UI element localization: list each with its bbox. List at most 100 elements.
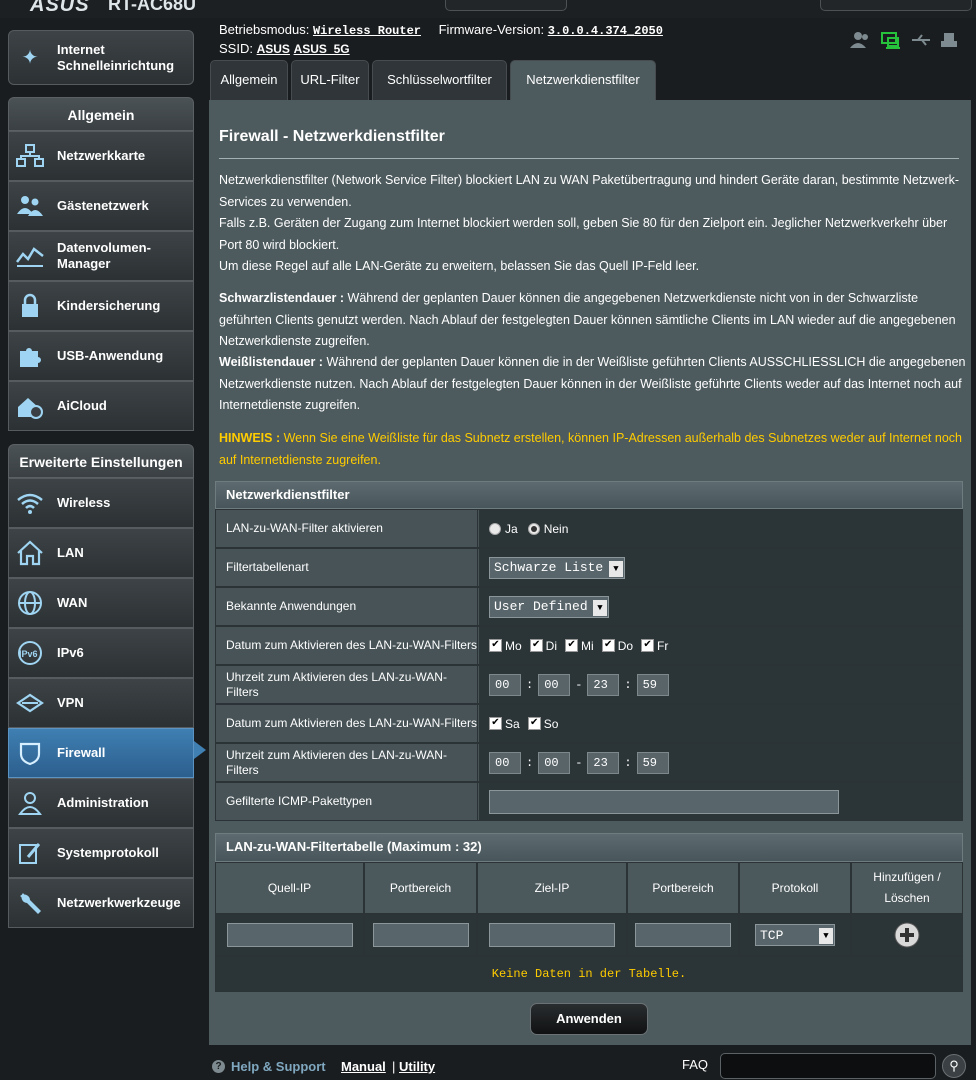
ssid-link-1[interactable]: ASUS [257, 42, 290, 56]
checkbox-do[interactable]: ✔ [601, 639, 615, 652]
sidebar-item-wireless[interactable]: Wireless [8, 478, 194, 528]
ssid-link-2[interactable]: ASUS_5G [294, 42, 350, 56]
chevron-down-icon: ▼ [819, 928, 833, 944]
sidebar-item-wan[interactable]: WAN [8, 578, 194, 628]
time-colon: : [526, 755, 534, 770]
manual-link[interactable]: Manual [341, 1059, 386, 1074]
sidebar-item-network-tools[interactable]: Netzwerkwerkzeuge [8, 878, 194, 928]
dest-ip-input[interactable] [489, 923, 615, 947]
col-protocol: Protokoll [739, 862, 851, 914]
weekday-time-label: Uhrzeit zum Aktivieren des LAN-zu-WAN-Fi… [216, 666, 478, 703]
globe-icon [15, 588, 45, 618]
lock-icon [15, 291, 45, 321]
footer-divider: | [392, 1059, 396, 1074]
enable-yes-radio[interactable] [489, 522, 501, 535]
mode-label: Betriebsmodus: [219, 22, 310, 37]
weekend-start-minute-input[interactable]: 00 [538, 751, 571, 774]
tab-network-service-filter[interactable]: Netzwerkdienstfilter [510, 60, 656, 100]
chevron-down-icon: ▼ [609, 560, 623, 577]
log-edit-icon [15, 838, 45, 868]
icmp-input[interactable] [489, 789, 839, 814]
checkbox-di[interactable]: ✔ [529, 639, 543, 652]
clients-icon[interactable] [850, 32, 868, 48]
sidebar-item-firewall[interactable]: Firewall [8, 728, 194, 778]
checkbox-so[interactable]: ✔ [527, 717, 541, 730]
sidebar-item-administration[interactable]: Administration [8, 778, 194, 828]
add-rule-button[interactable] [893, 921, 921, 949]
enable-no-radio[interactable] [527, 522, 540, 535]
day-label: Mo [505, 638, 522, 653]
sidebar-item-usb-application[interactable]: USB-Anwendung [8, 331, 194, 381]
guest-network-icon [15, 191, 45, 221]
firmware-label: Firmware-Version: [438, 22, 545, 37]
filter-type-label: Filtertabellenart [216, 549, 478, 586]
dest-port-input[interactable] [635, 923, 731, 947]
weekday-date-label: Datum zum Aktivieren des LAN-zu-WAN-Filt… [216, 627, 478, 664]
protocol-select[interactable]: TCP ▼ [755, 924, 835, 946]
tab-keyword-filter[interactable]: Schlüsselwortfilter [372, 60, 507, 100]
note-text: Wenn Sie eine Weißliste für das Subnetz … [219, 431, 962, 467]
weekday-start-hour-input[interactable]: 00 [489, 673, 521, 696]
logout-button[interactable] [445, 0, 567, 11]
source-port-input[interactable] [372, 923, 469, 947]
sidebar-item-label: VPN [57, 695, 84, 710]
weekend-end-minute-input[interactable]: 59 [636, 751, 669, 774]
sidebar-item-parental-control[interactable]: Kindersicherung [8, 281, 194, 331]
faq-search-input[interactable] [720, 1053, 936, 1079]
sidebar-item-traffic-manager[interactable]: Datenvolumen-Manager [8, 231, 194, 281]
quick-setup-label: Internet Schnelleinrichtung [57, 41, 175, 73]
checkbox-mi[interactable]: ✔ [565, 639, 579, 652]
quick-setup-button[interactable]: ✦ Internet Schnelleinrichtung [8, 30, 194, 85]
wrench-icon [15, 888, 45, 918]
col-dest-ip: Ziel-IP [477, 862, 627, 914]
weekday-end-minute-input[interactable]: 59 [636, 673, 669, 696]
network-status-icon[interactable] [881, 32, 900, 49]
desc-line-2: Falls z.B. Geräten der Zugang zum Intern… [219, 216, 948, 252]
checkbox-mo[interactable]: ✔ [489, 639, 502, 652]
utility-link[interactable]: Utility [399, 1059, 435, 1074]
col-dest-port: Portbereich [627, 862, 739, 914]
tab-general[interactable]: Allgemein [210, 60, 288, 100]
header-info: Betriebsmodus: Wireless Router Firmware-… [219, 22, 663, 38]
sidebar-item-system-log[interactable]: Systemprotokoll [8, 828, 194, 878]
firmware-link[interactable]: 3.0.0.4.374_2050 [548, 24, 663, 38]
description: Netzwerkdienstfilter (Network Service Fi… [219, 170, 967, 278]
enable-label: LAN-zu-WAN-Filter aktivieren [216, 510, 478, 547]
weekday-start-minute-input[interactable]: 00 [538, 673, 571, 696]
source-ip-input[interactable] [226, 923, 353, 947]
weekend-end-hour-input[interactable]: 23 [587, 751, 620, 774]
tab-url-filter[interactable]: URL-Filter [291, 60, 369, 100]
filter-type-select[interactable]: Schwarze Liste ▼ [489, 556, 625, 579]
sidebar-item-ipv6[interactable]: IPv6 IPv6 [8, 628, 194, 678]
chevron-down-icon: ▼ [593, 599, 607, 616]
day-label: Sa [505, 716, 520, 731]
advanced-header: Erweiterte Einstellungen [8, 444, 194, 478]
vpn-icon [15, 688, 45, 718]
day-label: Mi [581, 638, 594, 653]
weekend-time-row: Uhrzeit zum Aktivieren des LAN-zu-WAN-Fi… [215, 743, 963, 782]
checkbox-fr[interactable]: ✔ [641, 639, 655, 652]
printer-icon[interactable] [941, 33, 957, 47]
mode-link[interactable]: Wireless Router [313, 24, 421, 38]
usb-icon[interactable] [912, 34, 930, 46]
sidebar-item-network-map[interactable]: Netzwerkkarte [8, 131, 194, 181]
apply-button[interactable]: Anwenden [530, 1003, 648, 1035]
checkbox-sa[interactable]: ✔ [489, 717, 502, 730]
whitelist-text: Während der geplanten Dauer können die i… [219, 355, 966, 412]
day-label: So [543, 716, 559, 731]
protocol-cell: TCP ▼ [739, 914, 851, 956]
search-icon[interactable]: ⚲ [942, 1054, 966, 1078]
sidebar-item-aicloud[interactable]: AiCloud [8, 381, 194, 431]
rules-table-header: LAN-zu-WAN-Filtertabelle (Maximum : 32) [215, 833, 963, 862]
sidebar-item-vpn[interactable]: VPN [8, 678, 194, 728]
sidebar-item-lan[interactable]: LAN [8, 528, 194, 578]
sidebar-item-guest-network[interactable]: Gästenetzwerk [8, 181, 194, 231]
asus-logo[interactable]: ASUS [30, 0, 90, 17]
known-apps-select[interactable]: User Defined ▼ [489, 595, 609, 618]
dest-port-cell [627, 914, 739, 956]
language-select[interactable] [820, 0, 972, 11]
sidebar-item-label: Administration [57, 795, 149, 810]
sidebar-item-label: Kindersicherung [57, 298, 161, 313]
weekday-end-hour-input[interactable]: 23 [587, 673, 620, 696]
weekend-start-hour-input[interactable]: 00 [489, 751, 521, 774]
